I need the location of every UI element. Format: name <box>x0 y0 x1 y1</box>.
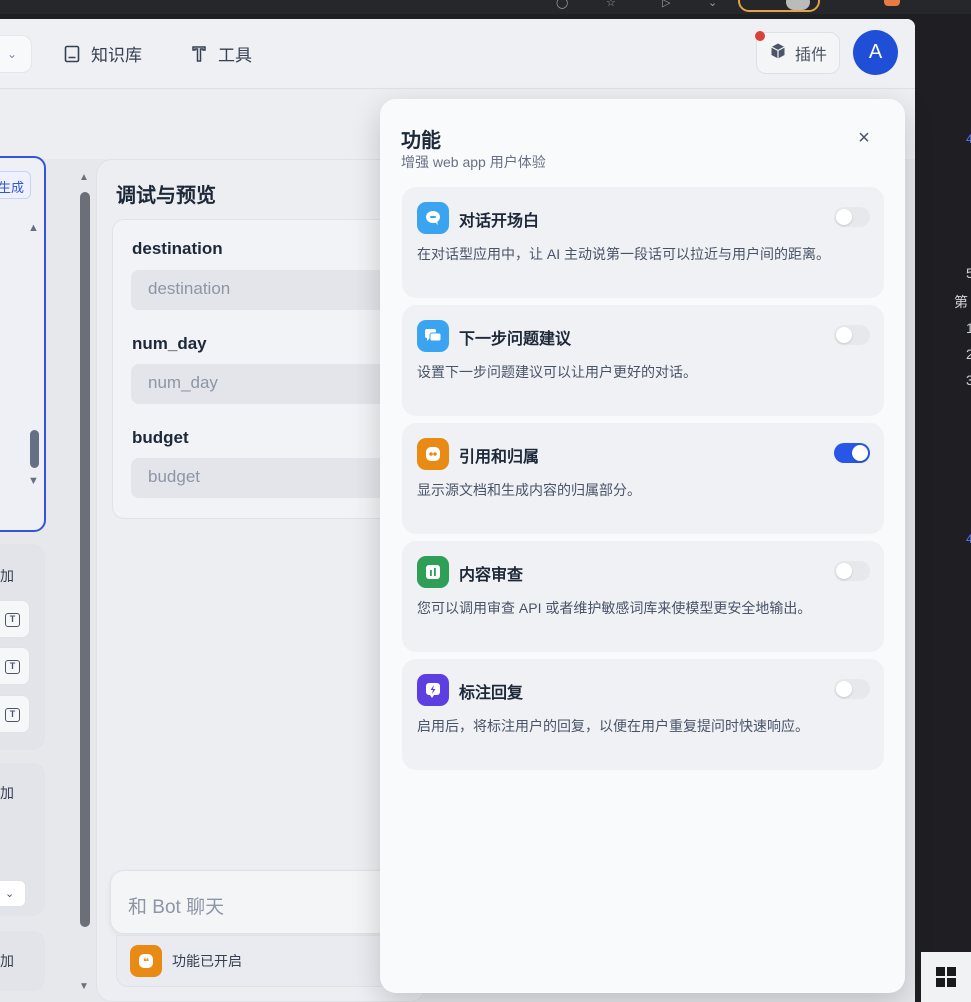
svg-text:❝: ❝ <box>143 957 149 968</box>
extension-icon[interactable] <box>884 0 900 6</box>
feature-enabled-label: 功能已开启 <box>172 953 242 969</box>
edge-glyph: 4 <box>966 532 971 546</box>
browser-top-strip: ◯ ☆ ▷ ⌄ <box>0 0 971 14</box>
features-modal: 功能 增强 web app 用户体验 × 对话开场白 在对话型应用中，让 AI … <box>380 99 905 993</box>
feature-description: 设置下一步问题建议可以让用户更好的对话。 <box>417 364 697 380</box>
feature-toggle[interactable] <box>834 679 870 699</box>
text-type-icon: T <box>5 660 20 674</box>
chevron-down-icon: ⌄ <box>7 47 18 61</box>
tool-icon <box>190 45 208 63</box>
feature-card-suggested-questions: 下一步问题建议 设置下一步问题建议可以让用户更好的对话。 <box>402 305 884 416</box>
feature-toggle[interactable] <box>834 207 870 227</box>
avatar-letter: A <box>868 41 883 63</box>
app-header: ⌄ 知识库 工具 插件 A <box>0 19 915 89</box>
annotation-reply-icon <box>417 674 449 706</box>
feature-card-moderation: 内容审查 您可以调用审查 API 或者维护敏感词库来使模型更安全地输出。 <box>402 541 884 652</box>
scroll-down-icon[interactable]: ▼ <box>79 981 89 992</box>
windows-icon <box>936 967 956 987</box>
feature-card-citation: 引用和归属 显示源文档和生成内容的归属部分。 <box>402 423 884 534</box>
notification-dot <box>755 31 765 41</box>
scroll-up-icon[interactable]: ▲ <box>79 172 89 183</box>
quote-icon: ❝ <box>130 945 162 977</box>
variable-item[interactable]: T <box>0 695 30 733</box>
edge-glyph: 第 <box>954 294 968 310</box>
cube-icon <box>769 42 787 65</box>
history-icon[interactable]: ◯ <box>556 0 568 9</box>
moderation-icon <box>417 556 449 588</box>
quote-icon <box>417 438 449 470</box>
toggle-knob <box>836 327 852 343</box>
var-label-destination: destination <box>132 239 223 258</box>
app-dropdown[interactable]: ⌄ <box>0 35 32 73</box>
feature-name: 引用和归属 <box>459 449 540 466</box>
edge-glyph: 3 <box>966 372 971 388</box>
chat-placeholder: 和 Bot 聊天 <box>128 897 225 918</box>
edge-glyph: 4 <box>966 132 971 146</box>
edge-glyph: 5 <box>966 265 971 281</box>
toggle-knob <box>852 445 868 461</box>
edge-glyph: 1 <box>966 320 971 336</box>
var-label-num-day: num_day <box>132 334 207 353</box>
feature-card-opening-statement: 对话开场白 在对话型应用中，让 AI 主动说第一段话可以拉近与用户间的距离。 <box>402 187 884 298</box>
feature-description: 您可以调用审查 API 或者维护敏感词库来使模型更安全地输出。 <box>417 600 812 616</box>
feature-name: 下一步问题建议 <box>459 331 572 348</box>
feature-name: 对话开场白 <box>459 213 540 230</box>
feature-toggle[interactable] <box>834 561 870 581</box>
context-select[interactable]: ⌄ <box>0 880 26 907</box>
plugin-label: 插件 <box>794 47 827 64</box>
toggle-knob <box>836 681 852 697</box>
modal-title: 功能 <box>401 130 441 152</box>
prompt-editor-panel[interactable] <box>0 156 46 532</box>
chevron-down-icon[interactable]: ⌄ <box>708 0 717 9</box>
windows-start-button[interactable] <box>921 952 971 1002</box>
destination-input[interactable]: destination <box>131 270 401 310</box>
main-scrollbar-thumb[interactable] <box>80 192 90 927</box>
variable-item[interactable]: T <box>0 600 30 638</box>
close-icon[interactable]: × <box>854 128 874 148</box>
modal-subtitle: 增强 web app 用户体验 <box>401 154 546 170</box>
num-day-input[interactable]: num_day <box>131 364 401 404</box>
plugin-button[interactable]: 插件 <box>755 31 840 74</box>
nav-knowledge-label: 知识库 <box>91 46 142 65</box>
text-type-icon: T <box>5 613 20 627</box>
feature-name: 标注回复 <box>459 685 524 702</box>
play-icon[interactable]: ▷ <box>662 0 670 9</box>
panel-scroll-thumb[interactable] <box>30 430 39 468</box>
chat-suggest-icon <box>417 320 449 352</box>
chevron-down-icon: ⌄ <box>5 888 15 900</box>
chat-input[interactable]: 和 Bot 聊天 <box>110 870 410 934</box>
toggle-knob <box>836 209 852 225</box>
feature-description: 启用后，将标注用户的回复，以便在用户重复提问时快速响应。 <box>417 718 809 734</box>
feature-description: 显示源文档和生成内容的归属部分。 <box>417 482 641 498</box>
book-icon <box>63 45 81 63</box>
debug-title: 调试与预览 <box>116 185 216 207</box>
nav-tools-label: 工具 <box>218 46 252 65</box>
edge-glyph: 2 <box>966 346 971 362</box>
generate-button[interactable]: 生成 <box>0 171 31 199</box>
feature-card-annotation-reply: 标注回复 启用后，将标注用户的回复，以便在用户重复提问时快速响应。 <box>402 659 884 770</box>
chat-bubble-icon <box>417 202 449 234</box>
feature-name: 内容审查 <box>459 567 524 584</box>
scroll-up-icon[interactable]: ▲ <box>28 222 39 234</box>
add-variable-label[interactable]: 加 <box>0 566 14 586</box>
nav-tools[interactable]: 工具 <box>190 41 252 66</box>
feature-toggle[interactable] <box>834 325 870 345</box>
add-context-label[interactable]: 加 <box>0 783 14 803</box>
feature-status-bar[interactable]: ❝ 功能已开启 <box>116 935 406 987</box>
feature-toggle[interactable] <box>834 443 870 463</box>
variable-item[interactable]: T <box>0 647 30 685</box>
profile-avatar <box>786 0 810 10</box>
add-feature-label[interactable]: 加 <box>0 951 14 971</box>
user-avatar[interactable]: A <box>853 30 898 75</box>
feature-description: 在对话型应用中，让 AI 主动说第一段话可以拉近与用户间的距离。 <box>417 246 831 262</box>
scroll-down-icon[interactable]: ▼ <box>28 475 39 487</box>
budget-input[interactable]: budget <box>131 458 401 498</box>
toggle-knob <box>836 563 852 579</box>
text-type-icon: T <box>5 708 20 722</box>
generate-label: 生成 <box>0 180 24 195</box>
star-icon[interactable]: ☆ <box>606 0 616 9</box>
var-label-budget: budget <box>132 428 189 447</box>
nav-knowledge[interactable]: 知识库 <box>63 41 142 66</box>
